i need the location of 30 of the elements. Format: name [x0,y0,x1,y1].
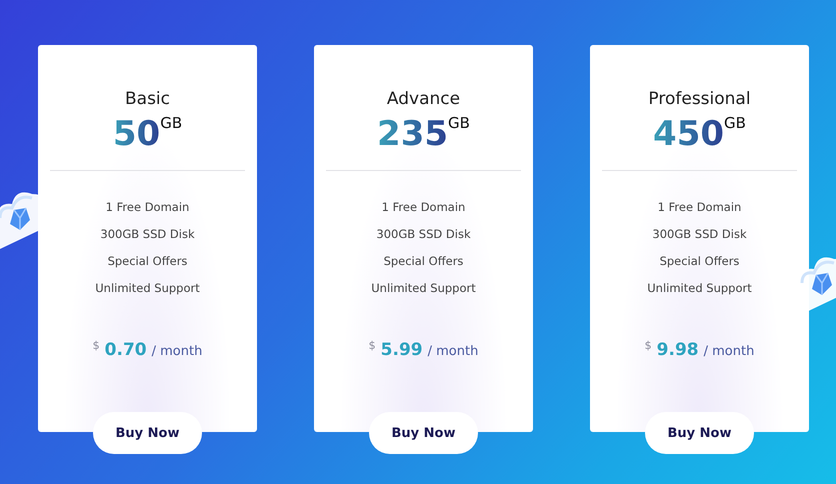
feature-text: Unlimited Support [647,280,752,297]
feature-text: 1 Free Domain [382,199,466,216]
feature-text: Special Offers [108,253,188,270]
price-amount: 5.99 [380,339,423,361]
feature-text: Special Offers [384,253,464,270]
currency-symbol: $ [92,339,100,353]
price-amount: 0.70 [104,339,147,361]
feature-text: 300GB SSD Disk [652,226,747,243]
storage-unit: GB [160,114,182,132]
feature-text: Special Offers [660,253,740,270]
feature-text: 1 Free Domain [106,199,190,216]
storage-unit: GB [448,114,470,132]
buy-now-button[interactable]: Buy Now [369,412,478,454]
price-period: / month [152,343,202,361]
buy-now-button[interactable]: Buy Now [93,412,202,454]
feature-text: Unlimited Support [371,280,476,297]
feature-text: 1 Free Domain [658,199,742,216]
price-period: / month [704,343,754,361]
plan-name: Advance [386,88,460,110]
feature-text: 300GB SSD Disk [100,226,195,243]
price-amount: 9.98 [656,339,699,361]
currency-symbol: $ [644,339,652,353]
plan-name: Basic [124,88,170,110]
feature-text: Unlimited Support [95,280,200,297]
feature-text: 300GB SSD Disk [376,226,471,243]
storage-unit: GB [724,114,746,132]
currency-symbol: $ [368,339,376,353]
plan-name: Professional [648,88,751,110]
buy-now-button[interactable]: Buy Now [645,412,754,454]
price-period: / month [428,343,478,361]
